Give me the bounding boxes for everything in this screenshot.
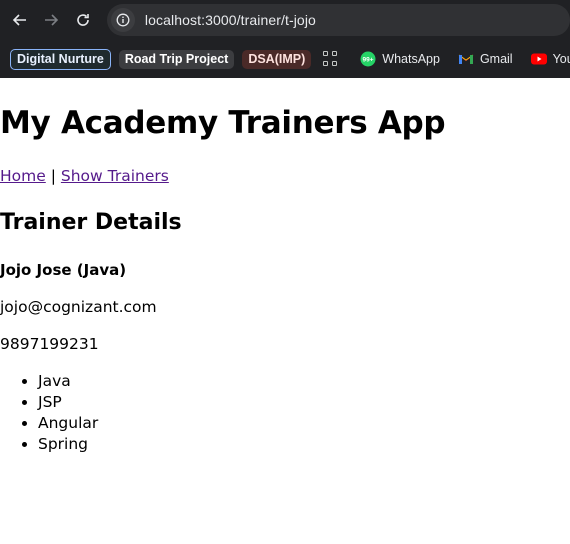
site-info-button[interactable]	[110, 8, 135, 32]
back-button[interactable]	[8, 8, 32, 32]
youtube-icon	[530, 53, 547, 65]
arrow-left-icon	[12, 14, 26, 26]
address-bar[interactable]: localhost:3000/trainer/t-jojo	[106, 4, 570, 36]
browser-toolbar: localhost:3000/trainer/t-jojo	[0, 0, 570, 40]
bookmark-label: Gmail	[479, 52, 513, 66]
svg-text:99+: 99+	[363, 57, 374, 64]
trainer-skills-list: Java JSP Angular Spring	[0, 371, 98, 455]
bookmark-dsa-imp[interactable]: DSA(IMP)	[242, 49, 312, 69]
bookmarks-bar: Digital Nurture Road Trip Project DSA(IM…	[0, 40, 570, 78]
arrow-right-icon	[45, 14, 59, 26]
info-icon	[116, 13, 130, 27]
app-title: My Academy Trainers App	[0, 105, 446, 141]
bookmark-youtube[interactable]: YouTube	[530, 52, 570, 66]
trainer-name: Jojo Jose (Java)	[0, 261, 127, 279]
nav-separator: |	[50, 167, 56, 185]
nav-link-home[interactable]: Home	[0, 167, 46, 185]
section-title: Trainer Details	[0, 210, 182, 235]
bookmark-digital-nurture[interactable]: Digital Nurture	[10, 48, 111, 70]
bookmark-road-trip-project[interactable]: Road Trip Project	[118, 49, 235, 69]
trainer-email: jojo@cognizant.com	[0, 298, 157, 316]
skill-item: JSP	[38, 392, 98, 413]
reload-icon	[77, 14, 89, 26]
apps-grid-icon[interactable]	[323, 51, 338, 67]
bookmark-gmail[interactable]: Gmail	[458, 52, 513, 66]
url-text: localhost:3000/trainer/t-jojo	[144, 12, 316, 28]
nav-link-show-trainers[interactable]: Show Trainers	[61, 167, 169, 185]
skill-item: Spring	[38, 434, 98, 455]
main-nav: Home | Show Trainers	[0, 166, 169, 186]
bookmark-label: WhatsApp	[382, 52, 440, 66]
forward-button[interactable]	[40, 8, 64, 32]
reload-button[interactable]	[71, 8, 95, 32]
skill-item: Java	[38, 371, 98, 392]
browser-chrome: localhost:3000/trainer/t-jojo Digital Nu…	[0, 0, 570, 78]
skill-item: Angular	[38, 413, 98, 434]
bookmark-whatsapp[interactable]: 99+ WhatsApp	[360, 51, 440, 67]
trainer-phone: 9897199231	[0, 335, 99, 353]
whatsapp-icon: 99+	[360, 51, 376, 67]
bookmark-label: YouTube	[552, 52, 570, 66]
gmail-icon	[458, 53, 474, 65]
